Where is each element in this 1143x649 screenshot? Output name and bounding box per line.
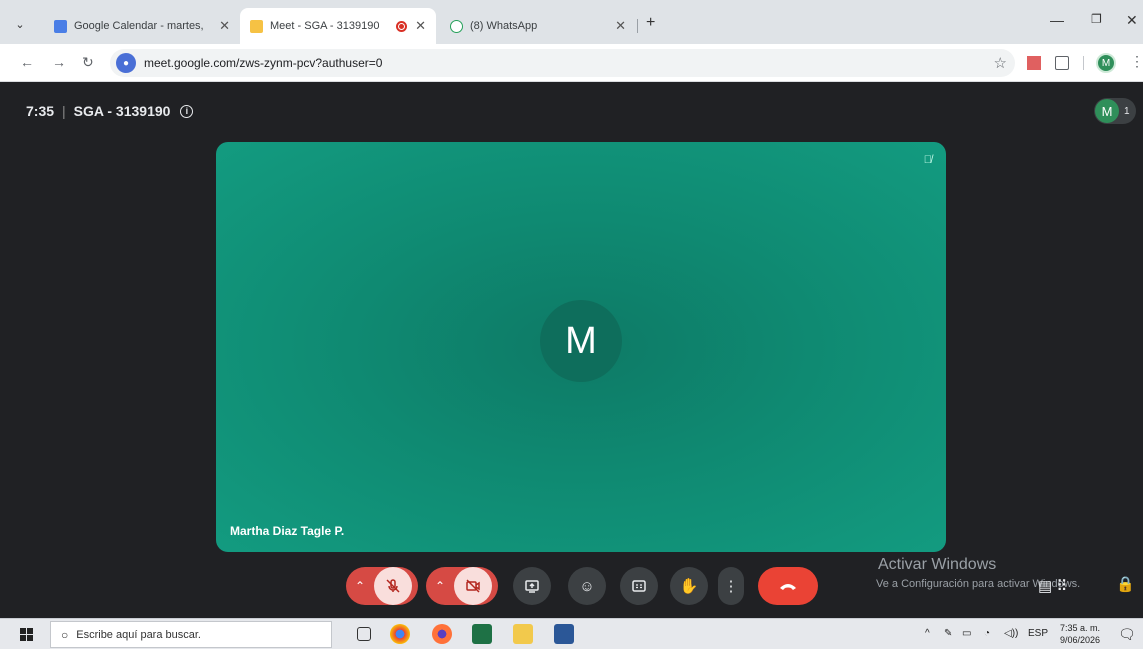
bookmark-star-icon[interactable]: ☆ <box>994 54 1007 72</box>
mic-off-button[interactable] <box>374 567 412 605</box>
taskbar-clock[interactable]: 7:35 a. m. 9/06/2026 <box>1060 622 1100 646</box>
notifications-icon[interactable]: 🗨 <box>1118 626 1136 643</box>
emoji-icon: ☺ <box>579 577 595 595</box>
recording-indicator-icon <box>396 20 408 32</box>
meeting-code: SGA - 3139190 <box>73 103 171 119</box>
browser-tab-strip: ⌄ Google Calendar - martes, 9 de ✕ Meet … <box>0 0 1143 44</box>
firefox-icon[interactable] <box>432 624 452 644</box>
present-icon <box>525 580 539 593</box>
meeting-info: 7:35 | SGA - 3139190 i <box>26 103 194 119</box>
more-vert-icon: ⋮ <box>723 578 739 595</box>
reload-button[interactable]: ↻ <box>82 54 94 71</box>
back-button[interactable]: ← <box>20 54 34 70</box>
address-bar[interactable]: ● meet.google.com/zws-zynm-pcv?authuser=… <box>110 49 1015 77</box>
tab-google-calendar[interactable]: Google Calendar - martes, 9 de ✕ <box>44 8 240 44</box>
task-view-icon[interactable] <box>357 627 371 641</box>
url-text: meet.google.com/zws-zynm-pcv?authuser=0 <box>144 56 383 70</box>
separator: | <box>62 103 66 119</box>
reactions-button[interactable]: ☺ <box>568 567 606 605</box>
wifi-icon[interactable]: ◔ <box>984 628 990 639</box>
toolbar-divider <box>1083 56 1084 70</box>
participant-tile: 🎙̸ M Martha Diaz Tagle P. <box>216 142 946 552</box>
extensions-puzzle-icon[interactable] <box>1055 56 1069 70</box>
camera-control: ⌃ <box>426 567 498 605</box>
more-options-button[interactable]: ⋮ <box>718 567 744 605</box>
search-icon: ○ <box>61 627 69 642</box>
new-tab-button[interactable]: + <box>646 14 655 32</box>
minimize-button[interactable]: — <box>1050 12 1064 28</box>
language-indicator[interactable]: ESP <box>1028 628 1048 639</box>
participant-name: Martha Diaz Tagle P. <box>230 524 345 538</box>
leave-call-button[interactable] <box>758 567 818 605</box>
video-options-caret-icon[interactable]: ⌃ <box>426 579 454 593</box>
tab-title: Meet - SGA - 3139190 <box>270 20 380 32</box>
windows-taskbar: ○ Escribe aquí para buscar. ^ ✎ ▭ ◔ ◁)) … <box>0 618 1143 649</box>
meeting-time: 7:35 <box>26 103 55 119</box>
tab-title: (8) WhatsApp <box>470 20 538 32</box>
volume-icon[interactable]: ◁)) <box>1004 628 1018 639</box>
browser-menu-icon[interactable]: ⋮ <box>1130 53 1143 70</box>
profile-avatar[interactable]: M <box>1096 53 1116 73</box>
forward-button[interactable]: → <box>52 54 66 70</box>
restore-button[interactable]: ❐ <box>1091 12 1102 26</box>
close-tab-icon[interactable]: ✕ <box>219 18 230 34</box>
camera-off-button[interactable] <box>454 567 492 605</box>
present-screen-button[interactable] <box>513 567 551 605</box>
microphone-control: ⌃ <box>346 567 418 605</box>
extension-icon[interactable] <box>1027 56 1041 70</box>
taskbar-search[interactable]: ○ Escribe aquí para buscar. <box>50 621 332 648</box>
participants-button[interactable]: M 1 <box>1094 98 1136 124</box>
file-explorer-icon[interactable] <box>513 624 533 644</box>
info-icon[interactable]: i <box>180 104 194 118</box>
calendar-favicon-icon <box>54 19 67 33</box>
camera-off-icon <box>466 579 480 593</box>
clock-time: 7:35 a. m. <box>1060 623 1101 633</box>
captions-icon <box>632 580 646 592</box>
clock-date: 9/06/2026 <box>1060 635 1101 645</box>
show-hidden-icons[interactable]: ^ <box>925 628 930 639</box>
whatsapp-favicon-icon <box>450 19 463 33</box>
tab-title: Google Calendar - martes, 9 de <box>74 20 206 32</box>
hand-icon: ✋ <box>679 578 699 595</box>
windows-start-icon[interactable] <box>20 628 33 641</box>
muted-mic-icon: 🎙̸ <box>923 154 932 166</box>
browser-toolbar: ← → ↻ ● meet.google.com/zws-zynm-pcv?aut… <box>0 44 1143 82</box>
tab-search-dropdown[interactable]: ⌄ <box>10 14 30 34</box>
audio-options-caret-icon[interactable]: ⌃ <box>346 579 374 593</box>
battery-icon[interactable]: ▭ <box>962 628 971 639</box>
participant-avatar: M <box>1095 99 1119 123</box>
chat-and-activities-icons[interactable]: ▤ ⠿ <box>1038 577 1067 595</box>
participant-count: 1 <box>1124 105 1130 117</box>
excel-icon[interactable] <box>472 624 492 644</box>
host-controls-icon[interactable]: 🔒 <box>1116 575 1135 593</box>
word-icon[interactable] <box>554 624 574 644</box>
tab-separator <box>637 19 638 33</box>
raise-hand-button[interactable]: ✋ <box>670 567 708 605</box>
participant-tile-avatar: M <box>540 300 622 382</box>
captions-button[interactable] <box>620 567 658 605</box>
close-window-button[interactable]: ✕ <box>1126 12 1138 29</box>
tab-meet[interactable]: Meet - SGA - 3139190 ✕ <box>240 8 436 44</box>
pen-icon[interactable]: ✎ <box>944 628 952 639</box>
activate-windows-title: Activar Windows <box>878 556 997 573</box>
microphone-permission-icon[interactable]: ● <box>116 53 136 73</box>
tab-close-area: ✕ <box>396 18 426 34</box>
close-tab-icon[interactable]: ✕ <box>415 18 426 34</box>
hang-up-icon <box>780 584 796 590</box>
mic-off-icon <box>386 579 400 593</box>
meet-favicon-icon <box>250 19 263 33</box>
close-tab-icon[interactable]: ✕ <box>615 18 626 34</box>
tab-whatsapp[interactable]: (8) WhatsApp ✕ <box>440 8 636 44</box>
chrome-icon[interactable] <box>390 624 410 644</box>
search-placeholder: Escribe aquí para buscar. <box>76 628 201 641</box>
